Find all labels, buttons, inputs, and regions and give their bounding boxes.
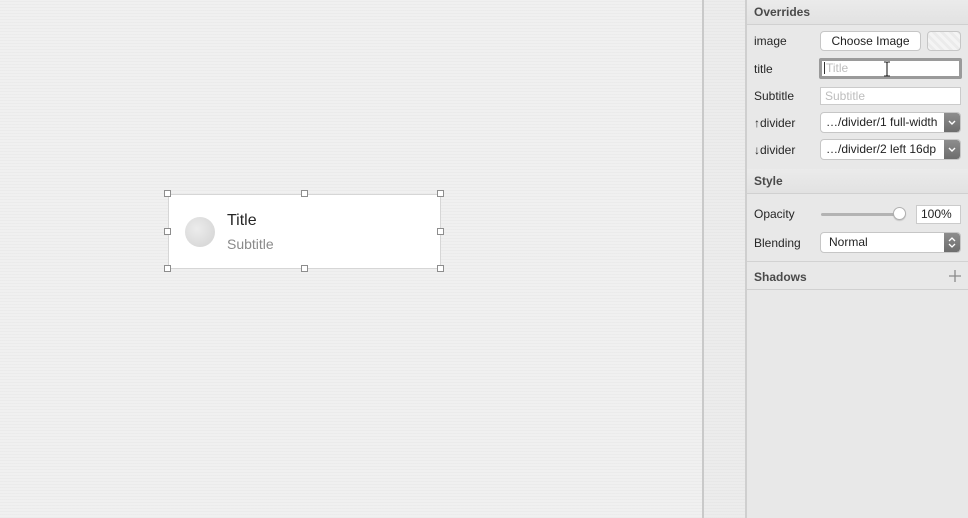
title-label: title <box>754 62 773 76</box>
resize-handle-top[interactable] <box>301 190 308 197</box>
resize-handle-bottom-right[interactable] <box>437 265 444 272</box>
blending-label: Blending <box>754 236 801 250</box>
opacity-label: Opacity <box>754 207 795 221</box>
resize-handle-top-left[interactable] <box>164 190 171 197</box>
down-divider-dropdown[interactable]: …/divider/2 left 16dp <box>820 139 961 160</box>
opacity-input[interactable]: 100% <box>916 205 961 224</box>
shadows-title: Shadows <box>754 270 807 284</box>
chevron-down-icon <box>944 113 960 132</box>
resize-handle-bottom[interactable] <box>301 265 308 272</box>
updown-icon <box>944 233 960 252</box>
opacity-slider-track[interactable] <box>821 213 904 216</box>
chevron-down-icon <box>944 140 960 159</box>
title-override-placeholder: Title <box>826 61 849 75</box>
overrides-title: Overrides <box>754 5 811 19</box>
ruler-gutter <box>704 0 746 518</box>
choose-image-button[interactable]: Choose Image <box>820 31 921 51</box>
subtitle-label: Subtitle <box>754 89 795 103</box>
down-divider-label: ↓divider <box>754 143 796 157</box>
list-item-subtitle: Subtitle <box>227 236 274 252</box>
down-divider-value: …/divider/2 left 16dp <box>826 142 937 156</box>
image-preview-swatch[interactable] <box>927 31 961 51</box>
image-label: image <box>754 34 787 48</box>
up-divider-value: …/divider/1 full-width <box>826 115 938 129</box>
list-item-symbol[interactable]: Title Subtitle <box>168 194 441 269</box>
resize-handle-right[interactable] <box>437 228 444 235</box>
section-divider <box>747 261 968 262</box>
blending-value: Normal <box>829 235 868 249</box>
resize-handle-left[interactable] <box>164 228 171 235</box>
avatar-image <box>185 217 215 247</box>
ibeam-cursor-icon <box>884 61 890 77</box>
style-header: Style <box>747 169 968 194</box>
resize-handle-top-right[interactable] <box>437 190 444 197</box>
blending-dropdown[interactable]: Normal <box>820 232 961 253</box>
up-divider-dropdown[interactable]: …/divider/1 full-width <box>820 112 961 133</box>
resize-handle-bottom-left[interactable] <box>164 265 171 272</box>
list-item-title: Title <box>227 212 257 229</box>
text-caret <box>824 62 825 74</box>
overrides-header: Overrides <box>747 0 968 25</box>
subtitle-override-input[interactable]: Subtitle <box>820 87 961 105</box>
plus-icon[interactable] <box>948 269 962 283</box>
opacity-slider-thumb[interactable] <box>893 207 906 220</box>
style-title: Style <box>754 174 783 188</box>
shadows-header: Shadows <box>747 265 968 290</box>
inspector-panel: Overrides image Choose Image title Title… <box>747 0 968 518</box>
design-canvas[interactable]: Title Subtitle <box>0 0 702 518</box>
up-divider-label: ↑divider <box>754 116 796 130</box>
